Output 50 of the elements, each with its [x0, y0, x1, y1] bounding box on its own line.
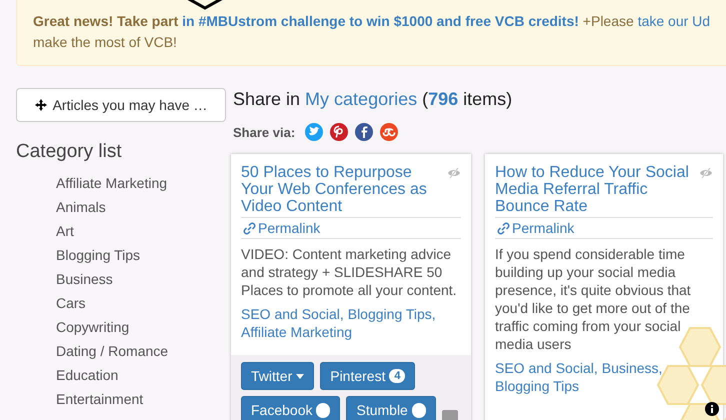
category-heading: Category list: [16, 141, 123, 163]
share-button[interactable]: Twitter: [241, 362, 314, 390]
article-description: VIDEO: Content marketing advice and strategy + SLIDESHARE 50 Places to promote all your content.: [241, 245, 458, 299]
link-icon: [497, 222, 510, 234]
category-tag-link[interactable]: Blogging Tips: [495, 377, 580, 395]
article-title-link[interactable]: 50 Places to Repurpose Your Web Conferences as Video Content: [241, 164, 441, 215]
announcement-text: make the most of VCB!: [33, 33, 178, 52]
category-tag-link[interactable]: SEO and Social,: [495, 359, 598, 377]
category-link[interactable]: Animals: [56, 195, 226, 219]
link-icon: [243, 222, 256, 234]
category-link[interactable]: Education: [56, 363, 226, 387]
category-link[interactable]: Entertainment: [56, 387, 226, 411]
count-badge: [316, 402, 330, 418]
article-description: If you spend considerable time building up your social media presence, it's quite obvious that you'd like to get more out of the traffic coming from your social media users: [495, 245, 692, 353]
count-badge: [412, 402, 426, 418]
share-via-label: Share via:: [233, 124, 296, 140]
move-icon: [34, 99, 47, 111]
category-link[interactable]: Cars: [56, 291, 226, 315]
share-heading: Share in My categories (796 items): [233, 88, 514, 110]
hide-icon: [699, 167, 713, 179]
pinterest-icon[interactable]: [330, 123, 348, 141]
caret-icon: [296, 374, 304, 378]
share-button[interactable]: Stumble: [346, 396, 436, 420]
stumbleupon-icon[interactable]: [380, 123, 398, 141]
category-link[interactable]: Blogging Tips: [56, 243, 226, 267]
announcement-text: Great news! Take part in #MBUstrom challenge to win $1000 and free VCB credits! +Please take our Ud: [33, 12, 712, 31]
category-link[interactable]: Art: [56, 219, 226, 243]
hide-icon: [447, 167, 461, 179]
article-title-link[interactable]: How to Reduce Your Social Media Referral Traffic Bounce Rate: [495, 164, 695, 215]
category-link[interactable]: Business: [56, 267, 226, 291]
permalink-link[interactable]: Permalink: [512, 218, 574, 238]
challenge-link[interactable]: in #MBUstrom challenge to win $1000 and free VCB credits!: [182, 13, 579, 29]
survey-link[interactable]: take our Ud: [638, 13, 710, 29]
more-badge[interactable]: [442, 410, 458, 420]
category-tag-link[interactable]: Business,: [602, 359, 662, 377]
facebook-icon[interactable]: [355, 123, 374, 141]
category-tag-link[interactable]: SEO and Social,: [241, 305, 344, 323]
share-button[interactable]: Pinterest 4: [320, 362, 416, 390]
category-link[interactable]: Copywriting: [56, 315, 226, 339]
category-link[interactable]: Affiliate Marketing: [56, 171, 226, 195]
category-link[interactable]: Dating / Romance: [56, 339, 226, 363]
articles-button[interactable]: Articles you may have …: [16, 88, 226, 122]
twitter-icon[interactable]: [305, 123, 324, 141]
category-tag-link[interactable]: Affiliate Marketing: [241, 323, 352, 341]
info-icon: [705, 402, 719, 416]
share-button[interactable]: Facebook: [241, 396, 340, 420]
categories-link[interactable]: My categories: [305, 89, 418, 109]
permalink-link[interactable]: Permalink: [258, 218, 320, 238]
count-badge: 4: [389, 369, 406, 383]
category-tag-link[interactable]: Blogging Tips,: [348, 305, 436, 323]
